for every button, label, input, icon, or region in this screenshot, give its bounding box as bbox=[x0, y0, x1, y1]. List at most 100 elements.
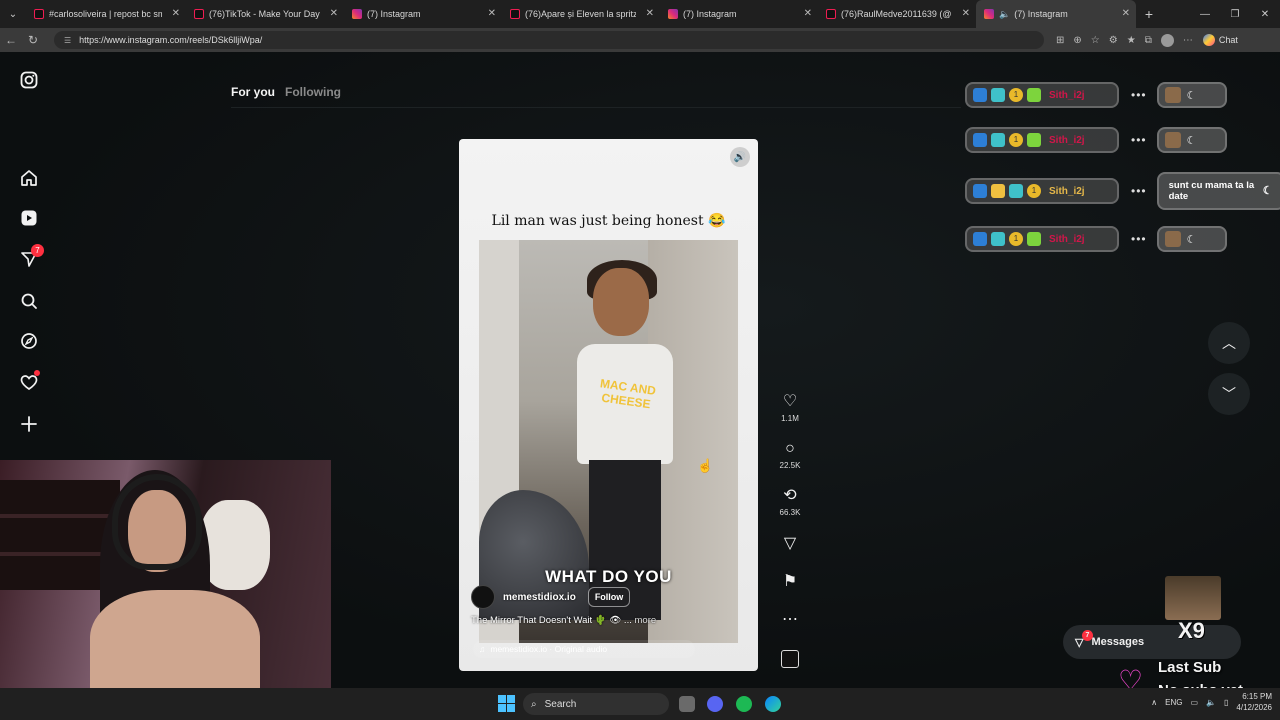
minimize-icon[interactable]: — bbox=[1190, 0, 1220, 28]
edge-browser-icon[interactable] bbox=[765, 696, 781, 712]
instagram-icon bbox=[352, 9, 362, 19]
back-icon[interactable]: ← bbox=[0, 33, 22, 47]
save-action[interactable]: ⚑ bbox=[772, 572, 808, 592]
author-avatar[interactable] bbox=[471, 585, 495, 609]
audio-label: memestidiox.io · Original audio bbox=[490, 644, 608, 654]
favorite-star-icon[interactable]: ☆ bbox=[1091, 35, 1100, 46]
like-heart-icon[interactable]: ♡ bbox=[772, 392, 808, 412]
battery-icon[interactable]: ▯ bbox=[1224, 698, 1228, 707]
network-icon[interactable]: ▭ bbox=[1190, 698, 1198, 707]
browser-tab-active[interactable]: 🔈 (7) Instagram ✕ bbox=[976, 0, 1136, 28]
speaker-icon[interactable]: 🔈 bbox=[999, 9, 1010, 20]
browser-tab[interactable]: (7) Instagram ✕ bbox=[344, 0, 502, 28]
spotify-icon[interactable] bbox=[736, 696, 752, 712]
site-info-icon[interactable]: ☰ bbox=[64, 36, 71, 45]
direct-messages-icon[interactable]: 7 bbox=[18, 244, 44, 270]
more-link[interactable]: more bbox=[635, 615, 657, 626]
volume-icon[interactable]: 🔊 bbox=[730, 147, 750, 167]
create-plus-icon[interactable] bbox=[18, 413, 40, 435]
restore-icon[interactable]: ❐ bbox=[1220, 0, 1250, 28]
refresh-icon[interactable]: ↻ bbox=[22, 33, 44, 47]
url-field[interactable]: ☰ https://www.instagram.com/reels/DSk6ll… bbox=[54, 31, 1044, 49]
instagram-icon bbox=[668, 9, 678, 19]
close-tab-icon[interactable]: ✕ bbox=[488, 8, 496, 19]
more-options-icon[interactable]: ⋯ bbox=[772, 610, 808, 630]
copilot-icon bbox=[1202, 34, 1215, 46]
browser-tab[interactable]: (76)Apare și Eleven la spritz mai tâ ✕ bbox=[502, 0, 660, 28]
collections-icon[interactable]: ⧉ bbox=[1145, 35, 1152, 46]
comment-action[interactable]: ○ 22.5K bbox=[772, 439, 808, 470]
tiktok-icon bbox=[510, 9, 520, 19]
last-sub-title: Last Sub bbox=[1158, 659, 1222, 676]
emote-icon bbox=[1164, 231, 1181, 247]
extensions-icon[interactable]: ⚙ bbox=[1109, 35, 1118, 46]
browser-tab[interactable]: #carlosoliveira | repost bc smth w ✕ bbox=[26, 0, 186, 28]
search-icon[interactable] bbox=[18, 290, 40, 312]
chat-dots-icon: ••• bbox=[1131, 232, 1147, 246]
like-count: 1.1M bbox=[781, 414, 799, 423]
close-tab-icon[interactable]: ✕ bbox=[804, 8, 812, 19]
share-action[interactable]: ▽ bbox=[772, 534, 808, 554]
like-action[interactable]: ♡ 1.1M bbox=[772, 392, 808, 423]
reel-player[interactable]: 🔊 Lil man was just being honest 😂 MAC AN… bbox=[459, 139, 758, 671]
stream-emote-image bbox=[1165, 576, 1221, 620]
chat-user-pill: 1 Sith_i2j bbox=[965, 178, 1119, 204]
tab-actions-menu-icon[interactable]: ⌄ bbox=[0, 0, 26, 28]
close-tab-icon[interactable]: ✕ bbox=[330, 8, 338, 19]
webcam-overlay bbox=[0, 460, 331, 688]
repost-icon[interactable]: ⟲ bbox=[772, 486, 808, 506]
browser-tab[interactable]: (76)RaulMedve2011639 (@raulme ✕ bbox=[818, 0, 976, 28]
tab-title: #carlosoliveira | repost bc smth w bbox=[49, 9, 162, 19]
chat-message: 1 Sith_i2j ••• ☾ bbox=[965, 225, 1227, 253]
badge-icon bbox=[1027, 88, 1041, 102]
chat-message-bubble: ☾ bbox=[1156, 226, 1227, 252]
description-text: The Mirror That Doesn't Wait 🌵 👁 ... bbox=[471, 615, 632, 626]
bookmark-icon[interactable]: ⚑ bbox=[772, 572, 808, 592]
close-tab-icon[interactable]: ✕ bbox=[1122, 8, 1130, 19]
previous-reel-button[interactable]: ︿ bbox=[1208, 322, 1250, 364]
file-explorer-icon[interactable] bbox=[679, 696, 695, 712]
reels-icon[interactable] bbox=[18, 207, 40, 229]
close-tab-icon[interactable]: ✕ bbox=[172, 8, 180, 19]
browser-tab[interactable]: (7) Instagram ✕ bbox=[660, 0, 818, 28]
discord-icon[interactable] bbox=[707, 696, 723, 712]
new-tab-icon[interactable]: + bbox=[1136, 6, 1162, 22]
instagram-logo-icon[interactable] bbox=[18, 69, 40, 91]
close-window-icon[interactable]: ✕ bbox=[1250, 0, 1280, 28]
tab-for-you[interactable]: For you bbox=[231, 85, 275, 99]
favorites-icon[interactable]: ★ bbox=[1127, 35, 1136, 46]
taskbar-search[interactable]: ⌕ Search bbox=[523, 693, 669, 715]
audio-thumb-action[interactable] bbox=[772, 650, 808, 668]
messages-button[interactable]: ▽ 7 Messages bbox=[1063, 625, 1241, 659]
more-options-action[interactable]: ⋯ bbox=[772, 610, 808, 630]
follow-button[interactable]: Follow bbox=[587, 587, 631, 607]
language-indicator[interactable]: ENG bbox=[1165, 698, 1182, 707]
windows-start-icon[interactable] bbox=[498, 695, 515, 712]
tray-overflow-icon[interactable]: ∧ bbox=[1151, 698, 1157, 707]
reel-audio[interactable]: ♫ memestidiox.io · Original audio bbox=[473, 640, 695, 658]
home-icon[interactable] bbox=[18, 167, 40, 189]
close-tab-icon[interactable]: ✕ bbox=[646, 8, 654, 19]
close-tab-icon[interactable]: ✕ bbox=[962, 8, 970, 19]
chat-dots-icon: ••• bbox=[1131, 184, 1147, 198]
clock[interactable]: 6:15 PM 4/12/2026 bbox=[1236, 691, 1272, 713]
more-menu-icon[interactable]: ⋯ bbox=[1183, 35, 1193, 46]
next-reel-button[interactable]: ﹀ bbox=[1208, 373, 1250, 415]
volume-tray-icon[interactable]: 🔈 bbox=[1206, 698, 1216, 707]
chat-message-bubble: sunt cu mama ta la date ☾ bbox=[1156, 172, 1280, 210]
profile-avatar[interactable] bbox=[1160, 33, 1174, 47]
browser-tab[interactable]: (76)TikTok - Make Your Day ✕ bbox=[186, 0, 344, 28]
comment-bubble-icon[interactable]: ○ bbox=[772, 439, 808, 459]
copilot-chat-button[interactable]: Chat bbox=[1202, 34, 1238, 46]
repost-action[interactable]: ⟲ 66.3K bbox=[772, 486, 808, 517]
badge-icon: 1 bbox=[1009, 88, 1023, 102]
tab-following[interactable]: Following bbox=[285, 85, 341, 99]
audio-thumbnail[interactable] bbox=[781, 650, 799, 668]
notifications-heart-icon[interactable] bbox=[18, 370, 40, 394]
author-username[interactable]: memestidiox.io bbox=[503, 592, 576, 603]
app-available-icon[interactable]: ⊞ bbox=[1056, 35, 1064, 46]
zoom-icon[interactable]: ⊕ bbox=[1073, 35, 1081, 46]
reel-video[interactable]: MAC AND CHEESE WHAT DO YOU ☝ bbox=[479, 240, 738, 643]
share-send-icon[interactable]: ▽ bbox=[772, 534, 808, 554]
explore-compass-icon[interactable] bbox=[18, 330, 40, 352]
